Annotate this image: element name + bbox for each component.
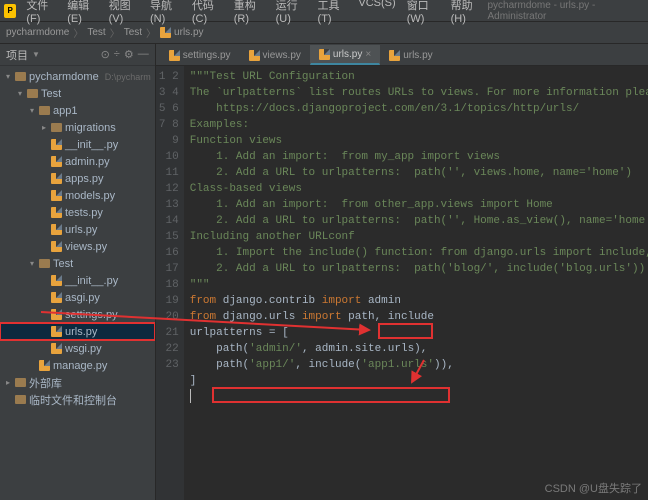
menu-item[interactable]: 运行(U) xyxy=(272,0,311,27)
python-file-icon xyxy=(51,326,62,337)
tree-node[interactable]: asgi.py xyxy=(0,289,155,306)
editor-tab[interactable]: settings.py xyxy=(160,45,240,65)
menu-item[interactable]: 导航(N) xyxy=(146,0,185,27)
menu-item[interactable]: 代码(C) xyxy=(188,0,227,27)
python-file-icon xyxy=(51,156,62,167)
python-file-icon xyxy=(51,139,62,150)
python-file-icon xyxy=(51,343,62,354)
tree-node[interactable]: 临时文件和控制台 xyxy=(0,391,155,408)
close-icon[interactable]: × xyxy=(365,49,371,60)
tree-node[interactable]: views.py xyxy=(0,238,155,255)
tree-node[interactable]: admin.py xyxy=(0,153,155,170)
hide-icon[interactable]: — xyxy=(138,48,149,61)
tree-node[interactable]: urls.py xyxy=(0,221,155,238)
python-file-icon xyxy=(51,190,62,201)
menu-item[interactable]: 工具(T) xyxy=(314,0,352,27)
folder-icon xyxy=(51,123,62,132)
breadcrumb-item[interactable]: Test xyxy=(124,27,142,38)
tree-node[interactable]: apps.py xyxy=(0,170,155,187)
python-file-icon xyxy=(51,309,62,320)
folder-icon xyxy=(15,395,26,404)
folder-icon xyxy=(27,89,38,98)
tree-node[interactable]: tests.py xyxy=(0,204,155,221)
tree-node[interactable]: models.py xyxy=(0,187,155,204)
python-file-icon xyxy=(51,207,62,218)
tree-node[interactable]: __init__.py xyxy=(0,136,155,153)
editor-tab[interactable]: views.py xyxy=(240,45,310,65)
menu-item[interactable]: 编辑(E) xyxy=(63,0,101,27)
main-menu: 文件(F)编辑(E)视图(V)导航(N)代码(C)重构(R)运行(U)工具(T)… xyxy=(22,0,485,27)
tree-node[interactable]: ▸外部库 xyxy=(0,374,155,391)
tree-node[interactable]: ▾pycharmdomeD:\pycharm xyxy=(0,68,155,85)
python-file-icon xyxy=(389,50,400,61)
menu-item[interactable]: 文件(F) xyxy=(22,0,60,27)
python-file-icon xyxy=(51,224,62,235)
window-title: pycharmdome - urls.py - Administrator xyxy=(487,0,636,22)
python-file-icon xyxy=(249,50,260,61)
code-editor[interactable]: 1 2 3 4 5 6 7 8 9 10 11 12 13 14 15 16 1… xyxy=(156,66,648,500)
folder-icon xyxy=(39,106,50,115)
tree-node[interactable]: ▾Test xyxy=(0,85,155,102)
python-file-icon xyxy=(51,275,62,286)
editor-tabs: settings.pyviews.pyurls.py ×urls.py xyxy=(156,44,648,66)
breadcrumb-item[interactable]: Test xyxy=(87,27,105,38)
folder-icon xyxy=(39,259,50,268)
python-file-icon xyxy=(319,49,330,60)
menu-item[interactable]: 重构(R) xyxy=(230,0,269,27)
python-file-icon xyxy=(39,360,50,371)
gear-icon[interactable]: ⚙ xyxy=(124,48,134,61)
titlebar: P 文件(F)编辑(E)视图(V)导航(N)代码(C)重构(R)运行(U)工具(… xyxy=(0,0,648,22)
menu-item[interactable]: 视图(V) xyxy=(105,0,143,27)
sidebar-tool-icon[interactable]: ⊙ xyxy=(101,48,110,61)
sidebar-tool-icon[interactable]: ÷ xyxy=(114,48,120,61)
sidebar-title: 项目 xyxy=(6,47,28,63)
tree-node[interactable]: ▾Test xyxy=(0,255,155,272)
line-gutter: 1 2 3 4 5 6 7 8 9 10 11 12 13 14 15 16 1… xyxy=(156,66,184,500)
folder-icon xyxy=(15,378,26,387)
tree-node[interactable]: urls.py xyxy=(0,323,155,340)
folder-icon xyxy=(15,72,26,81)
menu-item[interactable]: 帮助(H) xyxy=(447,0,486,27)
project-tree[interactable]: ▾pycharmdomeD:\pycharm▾Test▾app1▸migrati… xyxy=(0,66,155,500)
breadcrumb-item[interactable]: pycharmdome xyxy=(6,27,69,38)
menu-item[interactable]: VCS(S) xyxy=(354,0,399,27)
app-icon: P xyxy=(4,4,16,18)
tree-node[interactable]: ▾app1 xyxy=(0,102,155,119)
python-file-icon xyxy=(51,241,62,252)
watermark: CSDN @U盘失踪了 xyxy=(545,480,642,496)
python-file-icon xyxy=(51,292,62,303)
tree-node[interactable]: ▸migrations xyxy=(0,119,155,136)
breadcrumb-item[interactable]: urls.py xyxy=(160,27,203,38)
editor-tab[interactable]: urls.py xyxy=(380,45,441,65)
code-area[interactable]: """Test URL ConfigurationThe `urlpattern… xyxy=(184,66,648,500)
tree-node[interactable]: manage.py xyxy=(0,357,155,374)
python-file-icon xyxy=(51,173,62,184)
sidebar-header: 项目 ▼ ⊙ ÷ ⚙ — xyxy=(0,44,155,66)
project-sidebar: 项目 ▼ ⊙ ÷ ⚙ — ▾pycharmdomeD:\pycharm▾Test… xyxy=(0,44,156,500)
tree-node[interactable]: settings.py xyxy=(0,306,155,323)
tree-node[interactable]: wsgi.py xyxy=(0,340,155,357)
python-file-icon xyxy=(169,50,180,61)
menu-item[interactable]: 窗口(W) xyxy=(403,0,444,27)
tree-node[interactable]: __init__.py xyxy=(0,272,155,289)
editor-tab[interactable]: urls.py × xyxy=(310,45,380,65)
